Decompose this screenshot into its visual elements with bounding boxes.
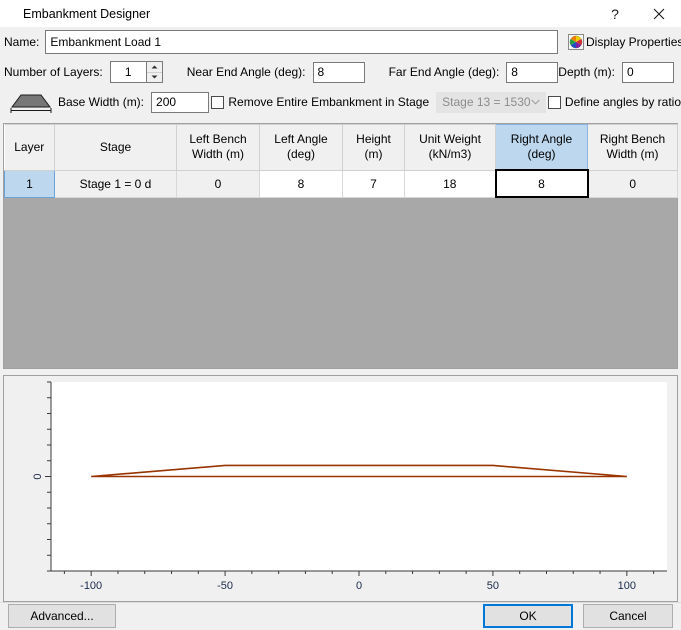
stepper-up-icon[interactable] <box>146 62 162 73</box>
column-header-layer[interactable]: Layer <box>4 124 55 171</box>
define-angles-by-ratio-label: Define angles by ratio <box>564 95 681 109</box>
close-icon <box>653 8 665 19</box>
column-header-right-angle[interactable]: Right Angle (deg) <box>495 124 588 171</box>
stepper-down-icon[interactable] <box>147 73 162 83</box>
cell-layer[interactable]: 1 <box>4 169 55 198</box>
stepper-arrows[interactable] <box>145 61 163 83</box>
grid-empty-area <box>4 198 677 368</box>
stage-select-value: Stage 13 = 1530 <box>442 95 531 109</box>
display-properties-text: Display Properties <box>586 35 681 49</box>
stage-select: Stage 13 = 1530 <box>436 91 546 113</box>
cell-left-angle[interactable]: 8 <box>259 169 343 198</box>
far-end-angle-input[interactable] <box>506 61 559 83</box>
header-line-1: Unit Weight <box>419 132 481 147</box>
header-line-2: (deg) <box>527 147 556 161</box>
close-button[interactable] <box>637 0 681 27</box>
display-properties-label: Display Properties <box>586 35 681 49</box>
svg-text:50: 50 <box>487 580 499 592</box>
column-header-left-angle[interactable]: Left Angle (deg) <box>259 124 343 171</box>
near-end-angle-input[interactable] <box>312 61 365 83</box>
advanced-button[interactable]: Advanced... <box>8 604 116 628</box>
svg-text:0: 0 <box>356 580 362 592</box>
help-button[interactable]: ? <box>593 0 637 27</box>
svg-text:-100: -100 <box>80 580 102 592</box>
header-line-1: Stage <box>99 139 132 154</box>
checkbox-box-icon[interactable] <box>547 95 561 109</box>
remove-embankment-checkbox[interactable]: Remove Entire Embankment in Stage <box>211 95 429 109</box>
base-width-label: Base Width (m): <box>58 95 145 109</box>
name-input[interactable] <box>45 30 558 54</box>
question-mark-icon: ? <box>611 5 619 22</box>
column-header-left-bench-width[interactable]: Left Bench Width (m) <box>176 124 260 171</box>
header-line-1: Left Angle <box>274 132 328 147</box>
near-end-angle-label: Near End Angle (deg): <box>186 65 306 79</box>
depth-label: Depth (m): <box>558 65 615 79</box>
depth-input[interactable] <box>621 61 674 83</box>
svg-text:100: 100 <box>618 580 636 592</box>
name-row: Name: Display Properties <box>0 27 681 57</box>
footer-divider <box>0 602 681 603</box>
embankment-preview-chart: -100 -50 0 50 100 0 <box>3 375 678 602</box>
window-title: Embankment Designer <box>23 6 151 21</box>
name-label: Name: <box>4 35 40 49</box>
header-line-2: Width (m) <box>192 147 244 162</box>
header-line-2: (kN/m3) <box>428 147 472 162</box>
number-of-layers-value[interactable]: 1 <box>109 61 146 83</box>
layers-grid: Layer Stage Left Bench Width (m) Left An… <box>4 124 678 198</box>
chevron-down-icon <box>530 97 540 107</box>
cell-right-angle[interactable]: 8 <box>494 169 589 198</box>
far-end-angle-label: Far End Angle (deg): <box>388 65 500 79</box>
chart-canvas: -100 -50 0 50 100 0 <box>32 381 667 592</box>
header-line-1: Layer <box>14 139 45 154</box>
table-row[interactable]: 1 Stage 1 = 0 d 0 8 7 18 8 0 <box>4 169 678 198</box>
cell-left-bench-width[interactable]: 0 <box>176 169 260 198</box>
cell-stage[interactable]: Stage 1 = 0 d <box>54 169 177 198</box>
svg-text:0: 0 <box>32 473 44 479</box>
checkbox-box-icon[interactable] <box>211 95 225 109</box>
table-header-row: Layer Stage Left Bench Width (m) Left An… <box>4 124 678 171</box>
ok-button[interactable]: OK <box>483 604 573 628</box>
column-header-unit-weight[interactable]: Unit Weight (kN/m3) <box>404 124 496 171</box>
remove-embankment-label: Remove Entire Embankment in Stage <box>228 95 430 109</box>
cancel-button[interactable]: Cancel <box>583 604 673 628</box>
parameters-row-1: Number of Layers: 1 Near End Angle (deg)… <box>0 57 681 87</box>
cell-height[interactable]: 7 <box>342 169 405 198</box>
title-bar: Embankment Designer ? <box>0 0 681 27</box>
header-line-1: Height <box>356 132 391 147</box>
parameters-row-2: Base Width (m): Remove Entire Embankment… <box>0 87 681 117</box>
header-line-2: (deg) <box>286 147 315 162</box>
column-header-height[interactable]: Height (m) <box>342 124 405 171</box>
embankment-designer-window: Embankment Designer ? Name: Embankment L… <box>0 0 681 630</box>
column-header-right-bench-width[interactable]: Right Bench Width (m) <box>587 124 678 171</box>
header-line-2: (m) <box>364 147 383 162</box>
define-angles-by-ratio-checkbox[interactable]: Define angles by ratio <box>547 95 681 109</box>
display-properties-button[interactable]: Display Properties <box>566 31 681 53</box>
embankment-trapezoid-icon <box>8 91 54 113</box>
svg-text:-50: -50 <box>217 580 233 592</box>
number-of-layers-stepper[interactable]: 1 <box>109 61 163 83</box>
header-line-1: Right Angle <box>510 132 573 146</box>
cell-right-bench-width[interactable]: 0 <box>587 169 678 198</box>
header-line-1: Right Bench <box>599 132 666 147</box>
column-header-stage[interactable]: Stage <box>54 124 177 171</box>
header-line-2: Width (m) <box>606 147 659 162</box>
dialog-footer: Advanced... OK Cancel <box>0 602 681 630</box>
cell-unit-weight[interactable]: 18 <box>404 169 496 198</box>
header-line-1: Left Bench <box>189 132 247 147</box>
layers-table: Layer Stage Left Bench Width (m) Left An… <box>3 123 678 369</box>
number-of-layers-label: Number of Layers: <box>4 65 103 79</box>
base-width-input[interactable] <box>151 91 210 113</box>
color-palette-icon <box>568 34 584 50</box>
footer-right-buttons: OK Cancel <box>483 604 673 628</box>
